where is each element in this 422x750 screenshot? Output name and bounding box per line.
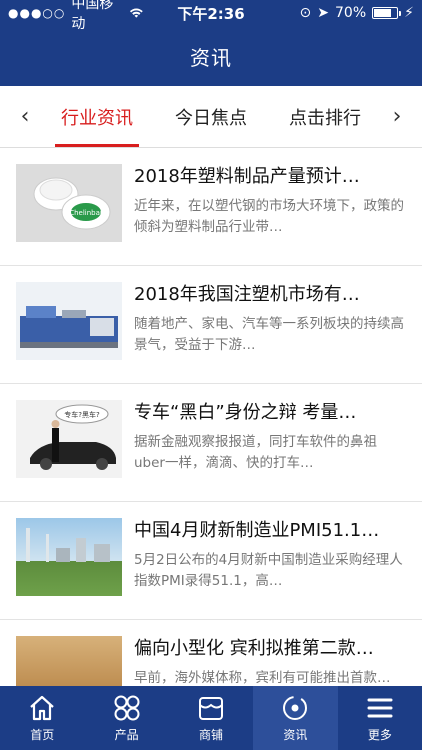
news-title: 2018年我国注塑机市场有…	[134, 284, 360, 305]
wifi-icon	[129, 8, 143, 18]
news-thumbnail: Chelinbar	[16, 164, 122, 242]
tab-industry-news[interactable]: 行业资讯	[55, 86, 139, 147]
nav-more-label: 更多	[367, 728, 392, 742]
tab-click-ranking[interactable]: 点击排行	[283, 86, 367, 147]
location-icon: ➤	[317, 5, 330, 21]
nav-more[interactable]: 更多	[338, 686, 422, 750]
nav-shops[interactable]: 商铺	[169, 686, 253, 750]
news-title: 偏向小型化 宾利拟推第二款…	[134, 638, 374, 659]
news-summary: 5月2日公布的4月财新中国制造业采购经理人指数PMI录得51.1，高…	[134, 552, 403, 589]
news-icon	[283, 696, 308, 720]
news-thumbnail: 专车?黑车?	[16, 400, 122, 478]
news-item[interactable]: 偏向小型化 宾利拟推第二款… 早前，海外媒体称，宾利有可能推出首款…	[0, 620, 422, 686]
nav-news-label: 资讯	[283, 728, 308, 742]
nav-home[interactable]: 首页	[0, 686, 84, 750]
news-summary: 近年来，在以塑代钢的市场大环境下，政策的倾斜为塑料制品行业带…	[134, 198, 404, 235]
nav-shops-label: 商铺	[199, 728, 224, 742]
news-title: 2018年塑料制品产量预计…	[134, 166, 360, 187]
news-item[interactable]: 2018年我国注塑机市场有… 随着地产、家电、汽车等一系列板块的持续高景气，受益…	[0, 266, 422, 384]
signal-icon: ●●●○○	[8, 6, 66, 20]
carrier-label: 中国移动	[71, 0, 114, 32]
battery-percent: 70%	[335, 5, 367, 21]
news-list: Chelinbar 2018年塑料制品产量预计… 近年来，在以塑代钢的市场大环境…	[0, 148, 422, 686]
news-summary: 早前，海外媒体称，宾利有可能推出首款…	[134, 670, 391, 686]
status-bar: ●●●○○ 中国移动 下午2:36 ⊙ ➤ 70% ⚡	[0, 0, 422, 32]
bottom-nav: 首页 产品 商铺 资讯 更多	[0, 686, 422, 750]
news-thumbnail	[16, 518, 122, 596]
news-item[interactable]: Chelinbar 2018年塑料制品产量预计… 近年来，在以塑代钢的市场大环境…	[0, 148, 422, 266]
news-thumbnail	[16, 636, 122, 686]
news-summary: 据新金融观察报报道，同打车软件的鼻祖uber一样，滴滴、快的打车…	[134, 434, 377, 471]
tab-today-focus[interactable]: 今日焦点	[169, 86, 253, 147]
nav-home-label: 首页	[30, 728, 55, 742]
nav-products-label: 产品	[114, 728, 139, 742]
category-tab-bar: ‹ 行业资讯 今日焦点 点击排行 ›	[0, 86, 422, 148]
news-summary: 随着地产、家电、汽车等一系列板块的持续高景气，受益于下游…	[134, 316, 404, 353]
orientation-lock-icon: ⊙	[299, 5, 312, 21]
page-title: 资讯	[0, 26, 422, 86]
shop-icon	[199, 697, 224, 720]
news-thumbnail	[16, 282, 122, 360]
svg-text:Chelinbar: Chelinbar	[69, 209, 103, 217]
nav-news[interactable]: 资讯	[253, 686, 338, 750]
menu-icon	[367, 698, 393, 718]
nav-products[interactable]: 产品	[84, 686, 168, 750]
grid-icon	[114, 695, 140, 721]
news-item[interactable]: 中国4月财新制造业PMI51.1… 5月2日公布的4月财新中国制造业采购经理人指…	[0, 502, 422, 620]
tab-prev-arrow[interactable]: ‹	[10, 104, 40, 129]
news-title: 专车“黑白”身份之辩 考量…	[134, 402, 357, 423]
charging-icon: ⚡	[404, 5, 414, 21]
tab-next-arrow[interactable]: ›	[382, 104, 412, 129]
news-item[interactable]: 专车?黑车? 专车“黑白”身份之辩 考量… 据新金融观察报报道，同打车软件的鼻祖…	[0, 384, 422, 502]
battery-icon	[372, 7, 402, 19]
home-icon	[30, 695, 54, 721]
news-title: 中国4月财新制造业PMI51.1…	[134, 520, 380, 541]
clock: 下午2:36	[177, 4, 245, 23]
svg-text:专车?黑车?: 专车?黑车?	[64, 410, 100, 419]
